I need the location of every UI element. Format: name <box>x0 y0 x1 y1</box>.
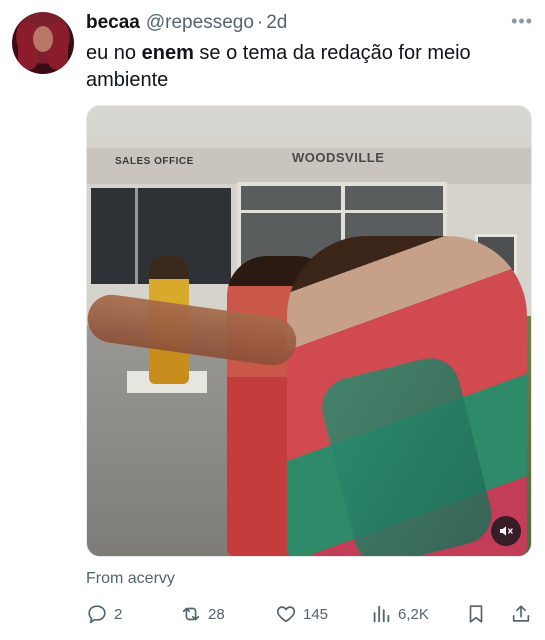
sign-brand: WOODSVILLE <box>292 150 385 165</box>
like-button[interactable]: 145 <box>275 600 328 628</box>
repost-icon <box>182 607 200 621</box>
repost-count: 28 <box>208 605 225 623</box>
view-count: 6,2K <box>398 605 429 623</box>
bookmark-icon <box>469 605 483 623</box>
reply-icon <box>88 605 106 624</box>
mute-button[interactable] <box>491 516 521 546</box>
like-count: 145 <box>303 605 329 623</box>
reply-count: 2 <box>114 605 123 623</box>
tweet-text-start: eu no <box>86 42 142 64</box>
tweet-text-bold: enem <box>141 42 194 64</box>
share-icon <box>512 605 530 622</box>
repost-button[interactable]: 28 <box>180 600 225 628</box>
avatar[interactable] <box>12 12 74 74</box>
author-name[interactable]: becaa <box>86 12 140 34</box>
bookmark-button[interactable] <box>465 600 487 628</box>
reply-button[interactable]: 2 <box>86 600 122 628</box>
separator-dot: · <box>256 12 264 33</box>
more-options-icon[interactable]: ••• <box>511 11 533 32</box>
sign-sales-office: SALES OFFICE <box>115 156 194 167</box>
heart-icon <box>276 606 296 623</box>
tweet-text: eu no enem se o tema da redação for meio… <box>86 40 526 94</box>
share-button[interactable] <box>510 600 532 628</box>
speaker-muted-icon <box>500 526 513 536</box>
video-player[interactable]: SALES OFFICE WOODSVILLE <box>86 105 532 557</box>
action-bar: 2 28 145 6,2K <box>86 600 532 628</box>
views-chart-icon <box>373 605 390 623</box>
author-handle[interactable]: @repessego <box>146 12 254 34</box>
views-button[interactable]: 6,2K <box>370 600 429 628</box>
source-attribution[interactable]: From acervy <box>86 570 175 588</box>
tweet-header: becaa @repessego · 2d ••• <box>86 11 533 35</box>
timestamp[interactable]: 2d <box>266 12 287 34</box>
